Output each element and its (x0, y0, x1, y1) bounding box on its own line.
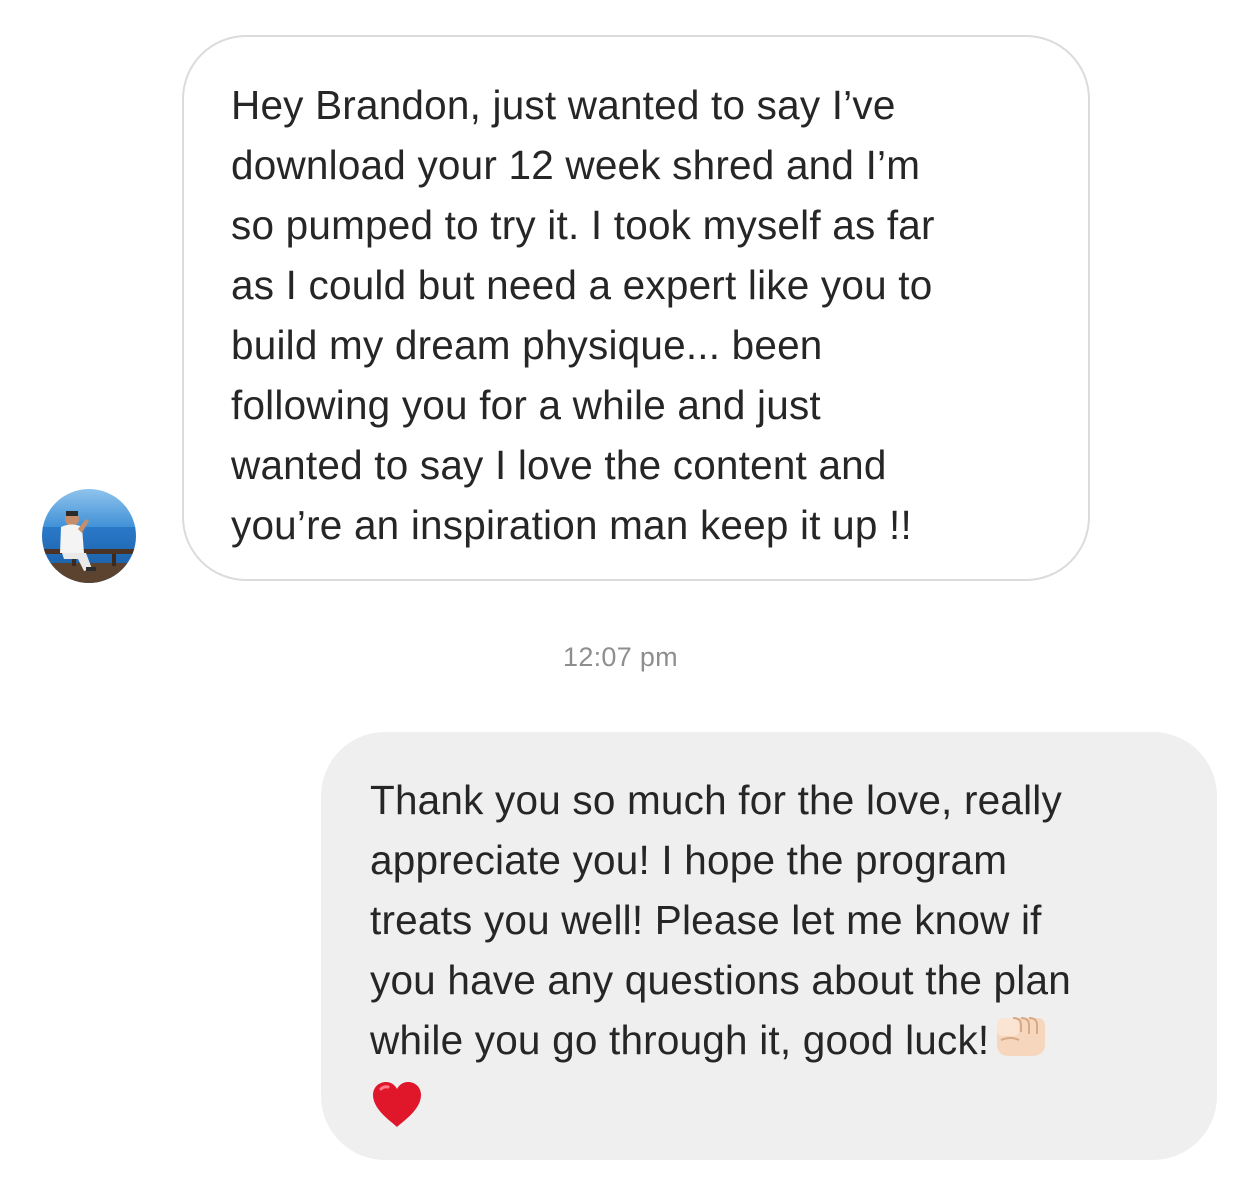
outgoing-message-body: Thank you so much for the love, really a… (370, 770, 1187, 1130)
message-timestamp: 12:07 pm (563, 642, 678, 672)
incoming-message-text: Hey Brandon, just wanted to say I’ve dow… (231, 82, 935, 548)
incoming-message-bubble[interactable]: Hey Brandon, just wanted to say I’ve dow… (182, 35, 1090, 581)
outgoing-message-bubble[interactable]: Thank you so much for the love, really a… (321, 732, 1217, 1160)
profile-photo-icon (42, 489, 136, 583)
red-heart-emoji-icon (370, 1080, 424, 1130)
fist-emoji-icon (991, 1014, 1049, 1060)
message-thread: Hey Brandon, just wanted to say I’ve dow… (0, 0, 1241, 1192)
sender-avatar[interactable] (42, 489, 136, 583)
outgoing-message-text: Thank you so much for the love, really a… (370, 777, 1071, 1063)
